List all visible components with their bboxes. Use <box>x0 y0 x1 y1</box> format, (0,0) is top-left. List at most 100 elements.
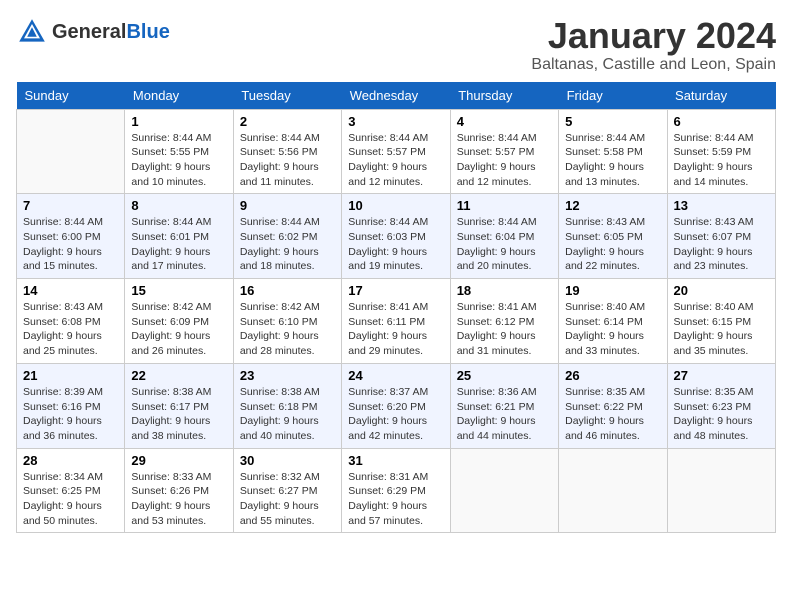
calendar-cell: 31Sunrise: 8:31 AMSunset: 6:29 PMDayligh… <box>342 448 450 533</box>
calendar-cell: 3Sunrise: 8:44 AMSunset: 5:57 PMDaylight… <box>342 109 450 194</box>
header-monday: Monday <box>125 82 233 110</box>
daylight-text: Daylight: 9 hours and 55 minutes. <box>240 499 335 528</box>
day-number: 14 <box>23 283 118 298</box>
sunset-text: Sunset: 6:22 PM <box>565 400 660 415</box>
day-number: 8 <box>131 198 226 213</box>
header-wednesday: Wednesday <box>342 82 450 110</box>
calendar-cell: 10Sunrise: 8:44 AMSunset: 6:03 PMDayligh… <box>342 194 450 279</box>
day-detail: Sunrise: 8:38 AMSunset: 6:17 PMDaylight:… <box>131 385 226 444</box>
day-number: 28 <box>23 453 118 468</box>
calendar-cell: 1 Sunrise: 8:44 AMSunset: 5:55 PMDaylight… <box>125 109 233 194</box>
calendar-cell: 4Sunrise: 8:44 AMSunset: 5:57 PMDaylight… <box>450 109 558 194</box>
day-detail: Sunrise: 8:44 AMSunset: 6:04 PMDaylight:… <box>457 215 552 274</box>
calendar-cell: 28 Sunrise: 8:34 AMSunset: 6:25 PMDayligh… <box>17 448 125 533</box>
daylight-text: Daylight: 9 hours and 36 minutes. <box>23 414 118 443</box>
sunset-text: Sunset: 6:16 PM <box>23 400 118 415</box>
daylight-text: Daylight: 9 hours and 13 minutes. <box>565 160 660 189</box>
sunrise-text: Sunrise: 8:43 AM <box>674 215 769 230</box>
day-detail: Sunrise: 8:34 AMSunset: 6:25 PMDaylight:… <box>23 470 118 529</box>
sunset-text: Sunset: 6:03 PM <box>348 230 443 245</box>
sunset-text: Sunset: 6:10 PM <box>240 315 335 330</box>
calendar-cell: 14 Sunrise: 8:43 AMSunset: 6:08 PMDayligh… <box>17 279 125 364</box>
day-number: 7 <box>23 198 118 213</box>
day-detail: Sunrise: 8:44 AMSunset: 5:59 PMDaylight:… <box>674 131 769 190</box>
day-number: 25 <box>457 368 552 383</box>
day-number: 3 <box>348 114 443 129</box>
daylight-text: Daylight: 9 hours and 28 minutes. <box>240 329 335 358</box>
calendar-cell: 18 Sunrise: 8:41 AMSunset: 6:12 PMDayligh… <box>450 279 558 364</box>
daylight-text: Daylight: 9 hours and 25 minutes. <box>23 329 118 358</box>
sunrise-text: Sunrise: 8:33 AM <box>131 470 226 485</box>
page-header: GeneralBlue January 2024 Baltanas, Casti… <box>16 16 776 74</box>
day-number: 17 <box>348 283 443 298</box>
day-detail: Sunrise: 8:44 AMSunset: 6:00 PMDaylight:… <box>23 215 118 274</box>
day-number: 10 <box>348 198 443 213</box>
sunset-text: Sunset: 6:08 PM <box>23 315 118 330</box>
calendar-week-row: 21Sunrise: 8:39 AMSunset: 6:16 PMDayligh… <box>17 363 776 448</box>
calendar-week-row: 14 Sunrise: 8:43 AMSunset: 6:08 PMDayligh… <box>17 279 776 364</box>
sunrise-text: Sunrise: 8:36 AM <box>457 385 552 400</box>
calendar-cell: 22 Sunrise: 8:38 AMSunset: 6:17 PMDayligh… <box>125 363 233 448</box>
day-detail: Sunrise: 8:44 AMSunset: 5:57 PMDaylight:… <box>457 131 552 190</box>
day-detail: Sunrise: 8:43 AMSunset: 6:07 PMDaylight:… <box>674 215 769 274</box>
header-tuesday: Tuesday <box>233 82 341 110</box>
day-number: 30 <box>240 453 335 468</box>
sunset-text: Sunset: 6:01 PM <box>131 230 226 245</box>
day-number: 20 <box>674 283 769 298</box>
day-detail: Sunrise: 8:41 AMSunset: 6:12 PMDaylight:… <box>457 300 552 359</box>
calendar-cell: 6 Sunrise: 8:44 AMSunset: 5:59 PMDaylight… <box>667 109 775 194</box>
sunset-text: Sunset: 6:23 PM <box>674 400 769 415</box>
day-number: 12 <box>565 198 660 213</box>
sunrise-text: Sunrise: 8:40 AM <box>674 300 769 315</box>
day-number: 24 <box>348 368 443 383</box>
daylight-text: Daylight: 9 hours and 48 minutes. <box>674 414 769 443</box>
daylight-text: Daylight: 9 hours and 11 minutes. <box>240 160 335 189</box>
calendar-cell: 30Sunrise: 8:32 AMSunset: 6:27 PMDayligh… <box>233 448 341 533</box>
day-detail: Sunrise: 8:31 AMSunset: 6:29 PMDaylight:… <box>348 470 443 529</box>
header-sunday: Sunday <box>17 82 125 110</box>
day-number: 22 <box>131 368 226 383</box>
day-detail: Sunrise: 8:40 AMSunset: 6:14 PMDaylight:… <box>565 300 660 359</box>
day-number: 6 <box>674 114 769 129</box>
sunset-text: Sunset: 6:15 PM <box>674 315 769 330</box>
calendar-title: January 2024 <box>531 16 776 56</box>
sunrise-text: Sunrise: 8:44 AM <box>240 131 335 146</box>
sunrise-text: Sunrise: 8:31 AM <box>348 470 443 485</box>
daylight-text: Daylight: 9 hours and 18 minutes. <box>240 245 335 274</box>
calendar-cell <box>17 109 125 194</box>
day-detail: Sunrise: 8:36 AMSunset: 6:21 PMDaylight:… <box>457 385 552 444</box>
daylight-text: Daylight: 9 hours and 10 minutes. <box>131 160 226 189</box>
sunrise-text: Sunrise: 8:44 AM <box>23 215 118 230</box>
day-detail: Sunrise: 8:43 AMSunset: 6:08 PMDaylight:… <box>23 300 118 359</box>
calendar-cell: 16Sunrise: 8:42 AMSunset: 6:10 PMDayligh… <box>233 279 341 364</box>
title-block: January 2024 Baltanas, Castille and Leon… <box>531 16 776 74</box>
daylight-text: Daylight: 9 hours and 33 minutes. <box>565 329 660 358</box>
sunrise-text: Sunrise: 8:32 AM <box>240 470 335 485</box>
day-detail: Sunrise: 8:33 AMSunset: 6:26 PMDaylight:… <box>131 470 226 529</box>
day-number: 19 <box>565 283 660 298</box>
sunset-text: Sunset: 6:25 PM <box>23 484 118 499</box>
calendar-cell: 24Sunrise: 8:37 AMSunset: 6:20 PMDayligh… <box>342 363 450 448</box>
sunset-text: Sunset: 5:57 PM <box>457 145 552 160</box>
day-detail: Sunrise: 8:44 AMSunset: 5:55 PMDaylight:… <box>131 131 226 190</box>
sunrise-text: Sunrise: 8:44 AM <box>131 215 226 230</box>
day-number: 11 <box>457 198 552 213</box>
daylight-text: Daylight: 9 hours and 17 minutes. <box>131 245 226 274</box>
day-number: 9 <box>240 198 335 213</box>
sunrise-text: Sunrise: 8:44 AM <box>565 131 660 146</box>
sunrise-text: Sunrise: 8:42 AM <box>131 300 226 315</box>
day-number: 18 <box>457 283 552 298</box>
calendar-cell: 20Sunrise: 8:40 AMSunset: 6:15 PMDayligh… <box>667 279 775 364</box>
daylight-text: Daylight: 9 hours and 19 minutes. <box>348 245 443 274</box>
day-number: 1 <box>131 114 226 129</box>
daylight-text: Daylight: 9 hours and 46 minutes. <box>565 414 660 443</box>
calendar-header-row: SundayMondayTuesdayWednesdayThursdayFrid… <box>17 82 776 110</box>
sunset-text: Sunset: 6:14 PM <box>565 315 660 330</box>
calendar-cell: 2Sunrise: 8:44 AMSunset: 5:56 PMDaylight… <box>233 109 341 194</box>
day-number: 29 <box>131 453 226 468</box>
calendar-cell: 13Sunrise: 8:43 AMSunset: 6:07 PMDayligh… <box>667 194 775 279</box>
calendar-cell: 21Sunrise: 8:39 AMSunset: 6:16 PMDayligh… <box>17 363 125 448</box>
day-detail: Sunrise: 8:43 AMSunset: 6:05 PMDaylight:… <box>565 215 660 274</box>
daylight-text: Daylight: 9 hours and 22 minutes. <box>565 245 660 274</box>
sunset-text: Sunset: 6:29 PM <box>348 484 443 499</box>
